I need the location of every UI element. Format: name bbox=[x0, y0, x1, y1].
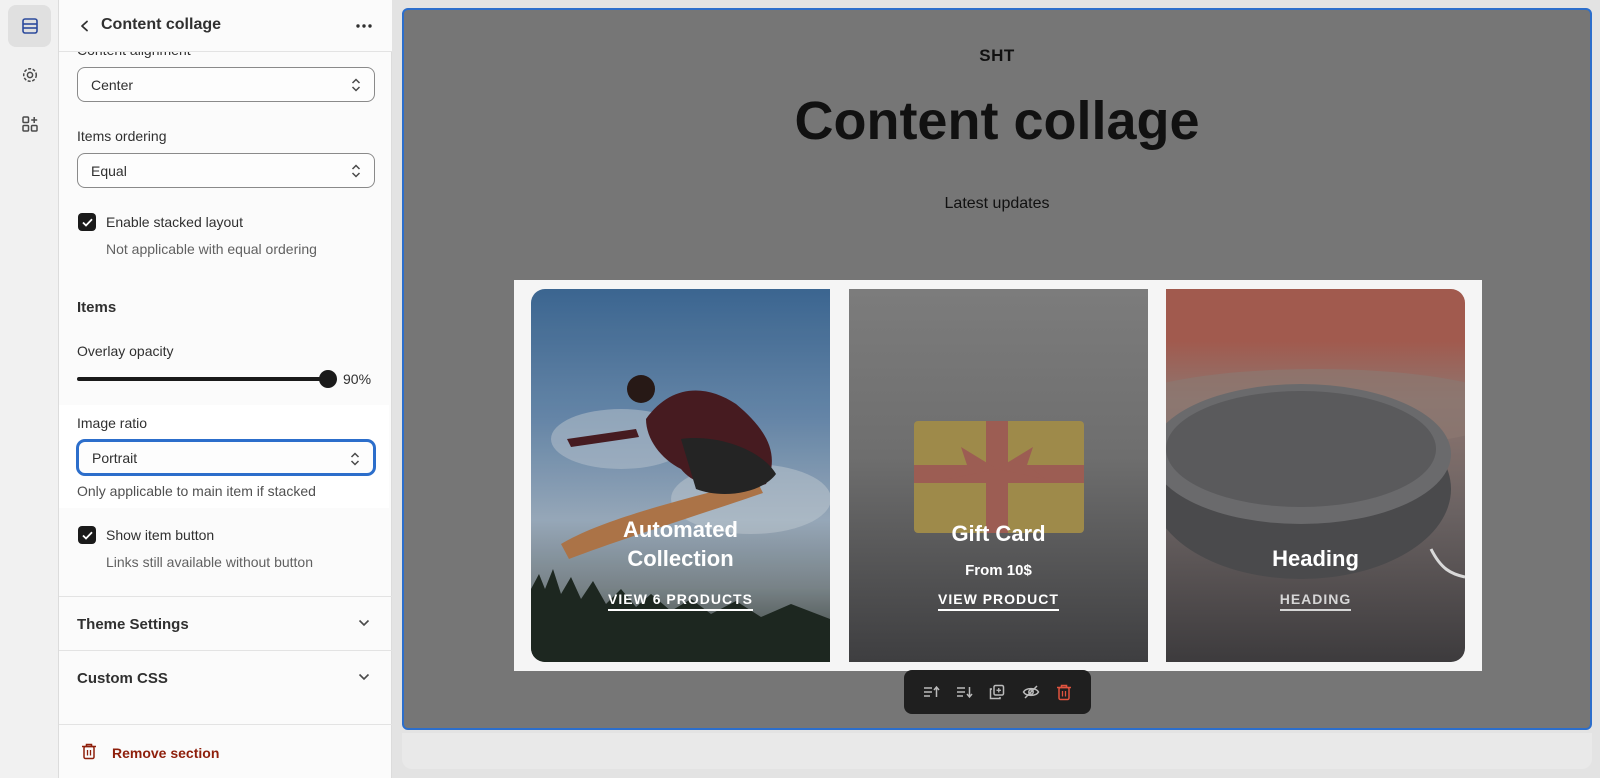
items-ordering-select[interactable]: Equal bbox=[77, 153, 375, 188]
apps-icon bbox=[21, 116, 38, 132]
theme-settings-button[interactable] bbox=[8, 54, 51, 96]
stacked-layout-checkbox[interactable] bbox=[78, 213, 96, 231]
card-title: Heading bbox=[1272, 546, 1359, 571]
chevron-left-icon bbox=[81, 20, 88, 32]
items-heading: Items bbox=[77, 299, 117, 316]
move-down-icon bbox=[957, 687, 973, 699]
stacked-layout-label: Enable stacked layout bbox=[106, 214, 243, 230]
overlay-opacity-thumb[interactable] bbox=[319, 370, 337, 388]
panel-title: Content collage bbox=[101, 16, 222, 33]
checkmark-icon bbox=[81, 218, 93, 227]
more-options-button[interactable] bbox=[352, 14, 376, 38]
hide-button[interactable] bbox=[1017, 678, 1045, 706]
remove-section-label: Remove section bbox=[112, 745, 220, 761]
settings-panel: Content collage Content alignment Center… bbox=[59, 0, 392, 778]
custom-css-accordion[interactable]: Custom CSS bbox=[59, 650, 392, 704]
card-button[interactable]: HEADING bbox=[1166, 591, 1465, 611]
preview-frame[interactable]: SHT Content collage Latest updates Autom… bbox=[402, 8, 1592, 730]
remove-section-button[interactable]: Remove section bbox=[59, 724, 392, 778]
overlay-opacity-label: Overlay opacity bbox=[77, 343, 174, 359]
eye-off-icon bbox=[1022, 685, 1039, 699]
chevron-down-icon bbox=[358, 619, 370, 627]
trash-icon bbox=[1056, 684, 1071, 700]
image-ratio-label: Image ratio bbox=[77, 415, 148, 431]
theme-settings-title: Theme Settings bbox=[77, 616, 189, 633]
image-ratio-value: Portrait bbox=[92, 449, 138, 466]
duplicate-button[interactable] bbox=[983, 678, 1011, 706]
back-button[interactable] bbox=[73, 14, 97, 38]
stacked-layout-help: Not applicable with equal ordering bbox=[106, 241, 317, 257]
preview-footer bbox=[402, 733, 1592, 769]
checkmark-icon bbox=[81, 531, 93, 540]
show-item-button-help: Links still available without button bbox=[106, 554, 314, 570]
overlay-opacity-value: 90% bbox=[343, 371, 372, 387]
section-subtitle: Latest updates bbox=[944, 195, 1050, 212]
collage-card-gift-card[interactable]: Gift Card From 10$ VIEW PRODUCT bbox=[849, 289, 1148, 662]
section-title: Content collage bbox=[794, 91, 1200, 151]
card-title: Gift Card bbox=[951, 521, 1046, 546]
content-collage: Automated Collection VIEW 6 PRODUCTS Gif… bbox=[514, 280, 1482, 671]
select-chevron-icon bbox=[351, 78, 361, 92]
move-down-button[interactable] bbox=[950, 678, 978, 706]
more-horizontal-icon bbox=[356, 24, 372, 28]
card-title-line2: Collection bbox=[627, 546, 734, 571]
card-title: Automated bbox=[623, 517, 738, 542]
trash-icon bbox=[82, 743, 96, 760]
items-ordering-value: Equal bbox=[91, 162, 127, 179]
card-button[interactable]: VIEW 6 PRODUCTS bbox=[531, 591, 830, 611]
collage-card-automated-collection[interactable]: Automated Collection VIEW 6 PRODUCTS bbox=[531, 289, 830, 662]
content-alignment-select[interactable]: Center bbox=[77, 67, 375, 102]
select-chevron-icon bbox=[350, 452, 360, 466]
delete-button[interactable] bbox=[1050, 678, 1078, 706]
overlay-opacity-slider[interactable] bbox=[77, 377, 327, 381]
move-up-icon bbox=[924, 685, 940, 697]
items-ordering-label: Items ordering bbox=[77, 128, 167, 144]
image-ratio-select[interactable]: Portrait bbox=[77, 440, 375, 475]
content-alignment-value: Center bbox=[91, 76, 134, 93]
show-item-button-label: Show item button bbox=[106, 527, 215, 543]
panel-header: Content collage bbox=[59, 0, 392, 52]
card-price: From 10$ bbox=[965, 562, 1032, 579]
image-ratio-field: Image ratio Portrait Only applicable to … bbox=[59, 405, 389, 508]
theme-settings-accordion[interactable]: Theme Settings bbox=[59, 596, 392, 650]
chevron-down-icon bbox=[358, 673, 370, 681]
apps-button[interactable] bbox=[8, 103, 51, 145]
store-brand: SHT bbox=[979, 46, 1015, 65]
app-rail bbox=[0, 0, 59, 778]
custom-css-title: Custom CSS bbox=[77, 670, 168, 687]
image-ratio-help: Only applicable to main item if stacked bbox=[77, 483, 316, 499]
card-button[interactable]: VIEW PRODUCT bbox=[849, 591, 1148, 611]
block-toolbar bbox=[904, 670, 1091, 714]
collage-card-heading[interactable]: Heading HEADING bbox=[1166, 289, 1465, 662]
select-chevron-icon bbox=[351, 164, 361, 178]
move-up-button[interactable] bbox=[917, 678, 945, 706]
duplicate-icon bbox=[990, 684, 1005, 700]
sections-button[interactable] bbox=[8, 5, 51, 47]
sections-icon bbox=[21, 18, 38, 34]
gear-icon bbox=[22, 67, 37, 83]
show-item-button-checkbox[interactable] bbox=[78, 526, 96, 544]
